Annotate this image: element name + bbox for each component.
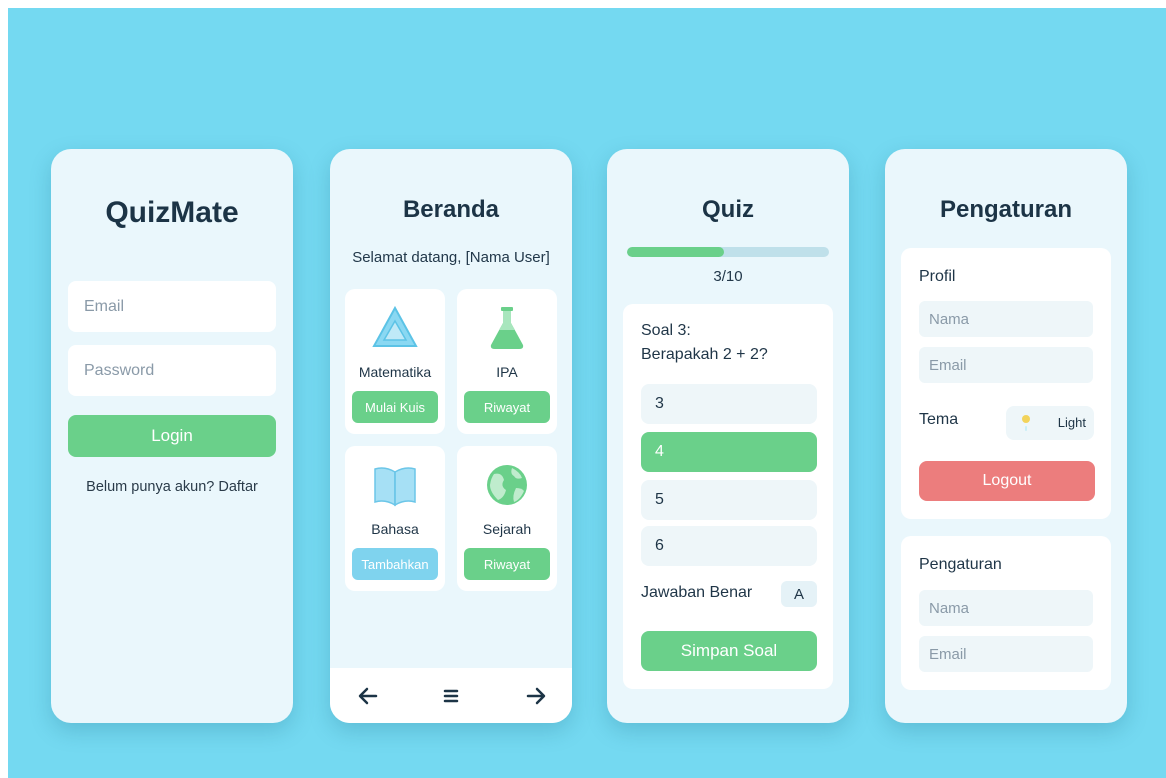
progress-label: 3/10 [713, 268, 743, 285]
answer-option-selected[interactable]: 4 [641, 432, 817, 472]
flask-icon [490, 307, 524, 349]
add-button[interactable]: Tambahkan [352, 548, 438, 580]
sun-icon [1022, 415, 1030, 431]
login-screen: QuizMate Login Belum punya akun? Daftar [51, 149, 293, 723]
login-button[interactable]: Login [68, 415, 276, 457]
register-link[interactable]: Belum punya akun? Daftar [51, 479, 293, 495]
name-field[interactable]: Nama [919, 590, 1093, 626]
progress-bar [627, 247, 829, 257]
settings-screen: Pengaturan Profil Nama Email Tema Light … [885, 149, 1127, 723]
email-input[interactable] [68, 281, 276, 332]
answer-option[interactable]: 5 [641, 480, 817, 520]
home-title: Beranda [402, 196, 500, 223]
greeting-text: Selamat datang, [Nama User] [352, 249, 550, 266]
settings-card: Pengaturan Nama Email [901, 536, 1111, 690]
settings-title: Pengaturan [939, 196, 1073, 223]
theme-toggle[interactable]: Light [1006, 406, 1094, 440]
quiz-screen: Quiz 3/10 Soal 3: Berapakah 2 + 2? 3 4 5… [607, 149, 849, 723]
question-number: Soal 3: [641, 322, 691, 339]
profile-title: Profil [919, 268, 956, 285]
save-question-button[interactable]: Simpan Soal [641, 631, 817, 671]
correct-answer-select[interactable]: A [781, 581, 817, 607]
category-card-sejarah[interactable]: Sejarah Riwayat [457, 446, 557, 591]
password-input[interactable] [68, 345, 276, 396]
category-label: Sejarah [482, 521, 532, 537]
settings-section-title: Pengaturan [919, 556, 1002, 573]
theme-label: Tema [919, 411, 959, 428]
globe-icon [487, 465, 527, 505]
arrow-right-icon[interactable] [520, 680, 552, 712]
theme-value: Light [1057, 415, 1086, 430]
profile-card: Profil Nama Email Tema Light Logout [901, 248, 1111, 519]
question-text: Berapakah 2 + 2? [641, 346, 768, 363]
answer-option[interactable]: 3 [641, 384, 817, 424]
progress-fill [627, 247, 724, 257]
open-book-icon [374, 467, 416, 507]
category-card-matematika[interactable]: Matematika Mulai Kuis [345, 289, 445, 434]
arrow-left-icon[interactable] [352, 680, 384, 712]
name-field[interactable]: Nama [919, 301, 1093, 337]
history-button[interactable]: Riwayat [464, 548, 550, 580]
category-label: Matematika [358, 364, 432, 380]
email-field[interactable]: Email [919, 347, 1093, 383]
start-quiz-button[interactable]: Mulai Kuis [352, 391, 438, 423]
triangle-ruler-icon [372, 305, 418, 347]
category-label: Bahasa [371, 521, 419, 537]
home-screen: Beranda Selamat datang, [Nama User] Mate… [330, 149, 572, 723]
correct-answer-label: Jawaban Benar [641, 584, 753, 601]
category-card-bahasa[interactable]: Bahasa Tambahkan [345, 446, 445, 591]
logout-button[interactable]: Logout [919, 461, 1095, 501]
category-card-ipa[interactable]: IPA Riwayat [457, 289, 557, 434]
app-title: QuizMate [105, 196, 239, 229]
email-field[interactable]: Email [919, 636, 1093, 672]
category-label: IPA [496, 364, 518, 380]
history-button[interactable]: Riwayat [464, 391, 550, 423]
question-card: Soal 3: Berapakah 2 + 2? 3 4 5 6 Jawaban… [623, 304, 833, 689]
answer-option[interactable]: 6 [641, 526, 817, 566]
bottom-nav [330, 668, 572, 723]
quiz-title: Quiz [702, 196, 754, 223]
hamburger-menu-icon[interactable] [435, 680, 467, 712]
